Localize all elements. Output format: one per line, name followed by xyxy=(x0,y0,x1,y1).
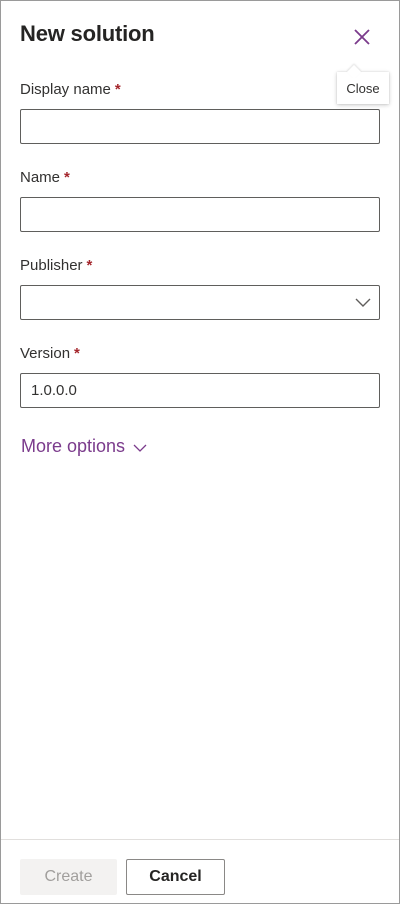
create-button[interactable]: Create xyxy=(20,859,117,895)
close-icon xyxy=(354,29,370,45)
name-label-text: Name xyxy=(20,169,61,186)
version-label-text: Version xyxy=(20,345,71,362)
more-options-toggle[interactable]: More options xyxy=(21,436,147,457)
version-input[interactable] xyxy=(20,373,380,408)
close-button[interactable] xyxy=(347,23,377,51)
close-tooltip-text: Close xyxy=(346,80,380,96)
publisher-dropdown[interactable] xyxy=(20,285,380,320)
required-marker: * xyxy=(86,257,93,274)
new-solution-panel: New solution Close Display name * Name * P… xyxy=(0,0,400,904)
footer-divider xyxy=(1,839,399,840)
name-input[interactable] xyxy=(20,197,380,232)
required-marker: * xyxy=(64,169,70,186)
publisher-label: Publisher * xyxy=(20,257,92,274)
required-marker: * xyxy=(114,81,121,98)
tooltip-beak xyxy=(346,64,362,80)
chevron-down-icon xyxy=(133,444,147,452)
chevron-down-icon xyxy=(355,298,371,307)
display-name-input[interactable] xyxy=(20,109,380,144)
version-label: Version * xyxy=(20,345,80,362)
required-marker: * xyxy=(74,345,80,362)
display-name-label: Display name * xyxy=(20,81,121,98)
display-name-label-text: Display name xyxy=(20,81,111,98)
close-tooltip: Close xyxy=(337,64,389,104)
cancel-button[interactable]: Cancel xyxy=(126,859,225,895)
name-label: Name * xyxy=(20,169,70,186)
panel-title: New solution xyxy=(20,21,155,46)
more-options-label: More options xyxy=(21,436,126,456)
publisher-label-text: Publisher xyxy=(20,257,83,274)
